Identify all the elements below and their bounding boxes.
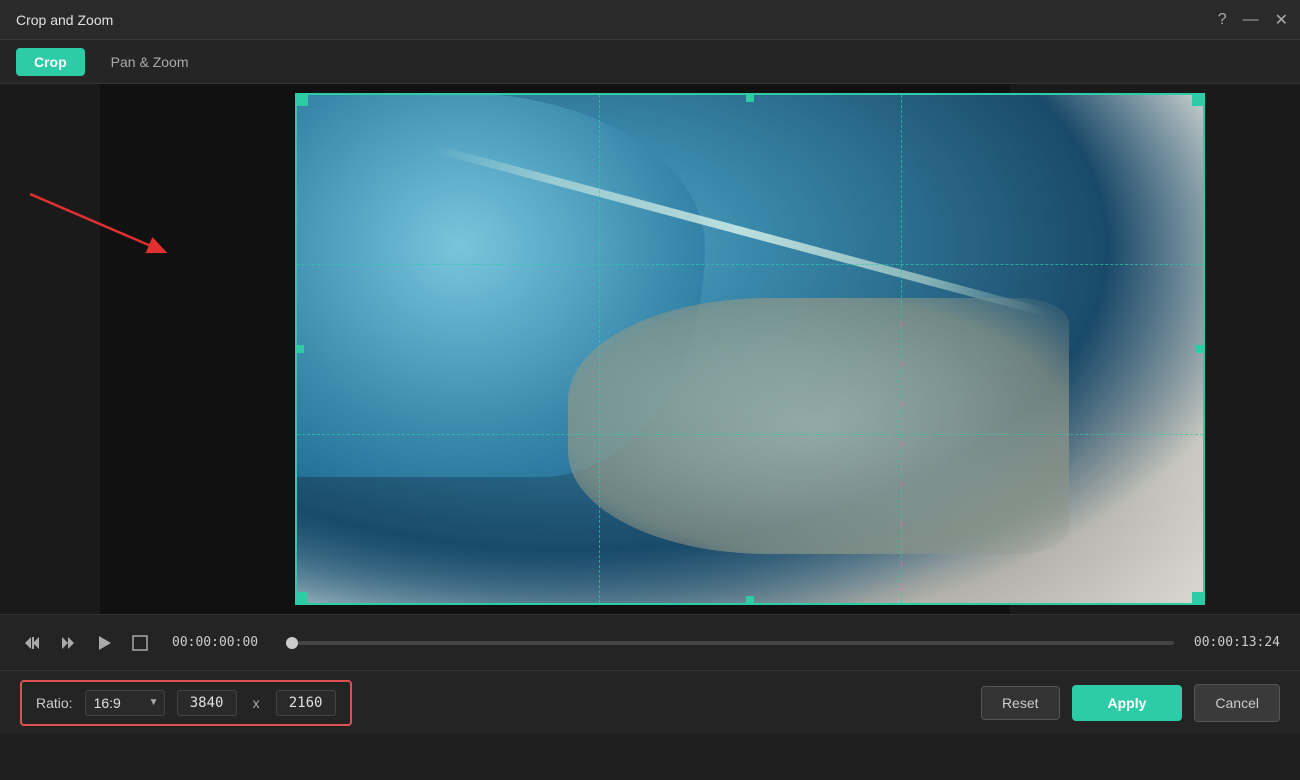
- window-title: Crop and Zoom: [16, 12, 113, 28]
- window-controls: ? — ✕: [1218, 10, 1288, 30]
- reset-button[interactable]: Reset: [981, 686, 1060, 720]
- video-content: [295, 93, 1205, 605]
- frame-forward-button[interactable]: [56, 631, 80, 655]
- timeline-track[interactable]: [286, 641, 1174, 645]
- dimension-separator: x: [249, 695, 264, 711]
- play-button[interactable]: [92, 631, 116, 655]
- timeline-scrubber[interactable]: [286, 637, 298, 649]
- close-icon[interactable]: ✕: [1275, 10, 1288, 30]
- playback-bar: 00:00:00:00 00:00:13:24: [0, 614, 1300, 670]
- ratio-dropdown[interactable]: 16:9 4:3 1:1 9:16 Custom: [85, 690, 165, 716]
- bottom-buttons: Reset Apply Cancel: [981, 684, 1280, 722]
- ratio-section: Ratio: 16:9 4:3 1:1 9:16 Custom ▼ 3840 x…: [20, 680, 352, 726]
- step-back-button[interactable]: [20, 631, 44, 655]
- bottom-controls-bar: Ratio: 16:9 4:3 1:1 9:16 Custom ▼ 3840 x…: [0, 670, 1300, 734]
- tab-pan-zoom[interactable]: Pan & Zoom: [93, 48, 207, 76]
- time-end: 00:00:13:24: [1194, 635, 1280, 650]
- ratio-label: Ratio:: [36, 695, 73, 711]
- cancel-button[interactable]: Cancel: [1194, 684, 1280, 722]
- apply-button[interactable]: Apply: [1072, 685, 1183, 721]
- help-icon[interactable]: ?: [1218, 11, 1227, 29]
- width-value[interactable]: 3840: [177, 690, 237, 716]
- crop-frame-button[interactable]: [128, 631, 152, 655]
- red-arrow-indicator: [10, 174, 195, 274]
- minimize-icon[interactable]: —: [1243, 11, 1259, 29]
- height-value[interactable]: 2160: [276, 690, 336, 716]
- wellplate-visual: [568, 298, 1069, 554]
- video-frame[interactable]: [295, 93, 1205, 605]
- left-panel: [0, 84, 100, 614]
- time-current: 00:00:00:00: [172, 635, 258, 650]
- tab-bar: Crop Pan & Zoom: [0, 40, 1300, 84]
- preview-area: [0, 84, 1300, 614]
- ratio-select-wrapper: 16:9 4:3 1:1 9:16 Custom ▼: [85, 690, 165, 716]
- title-bar: Crop and Zoom ? — ✕: [0, 0, 1300, 40]
- tab-crop[interactable]: Crop: [16, 48, 85, 76]
